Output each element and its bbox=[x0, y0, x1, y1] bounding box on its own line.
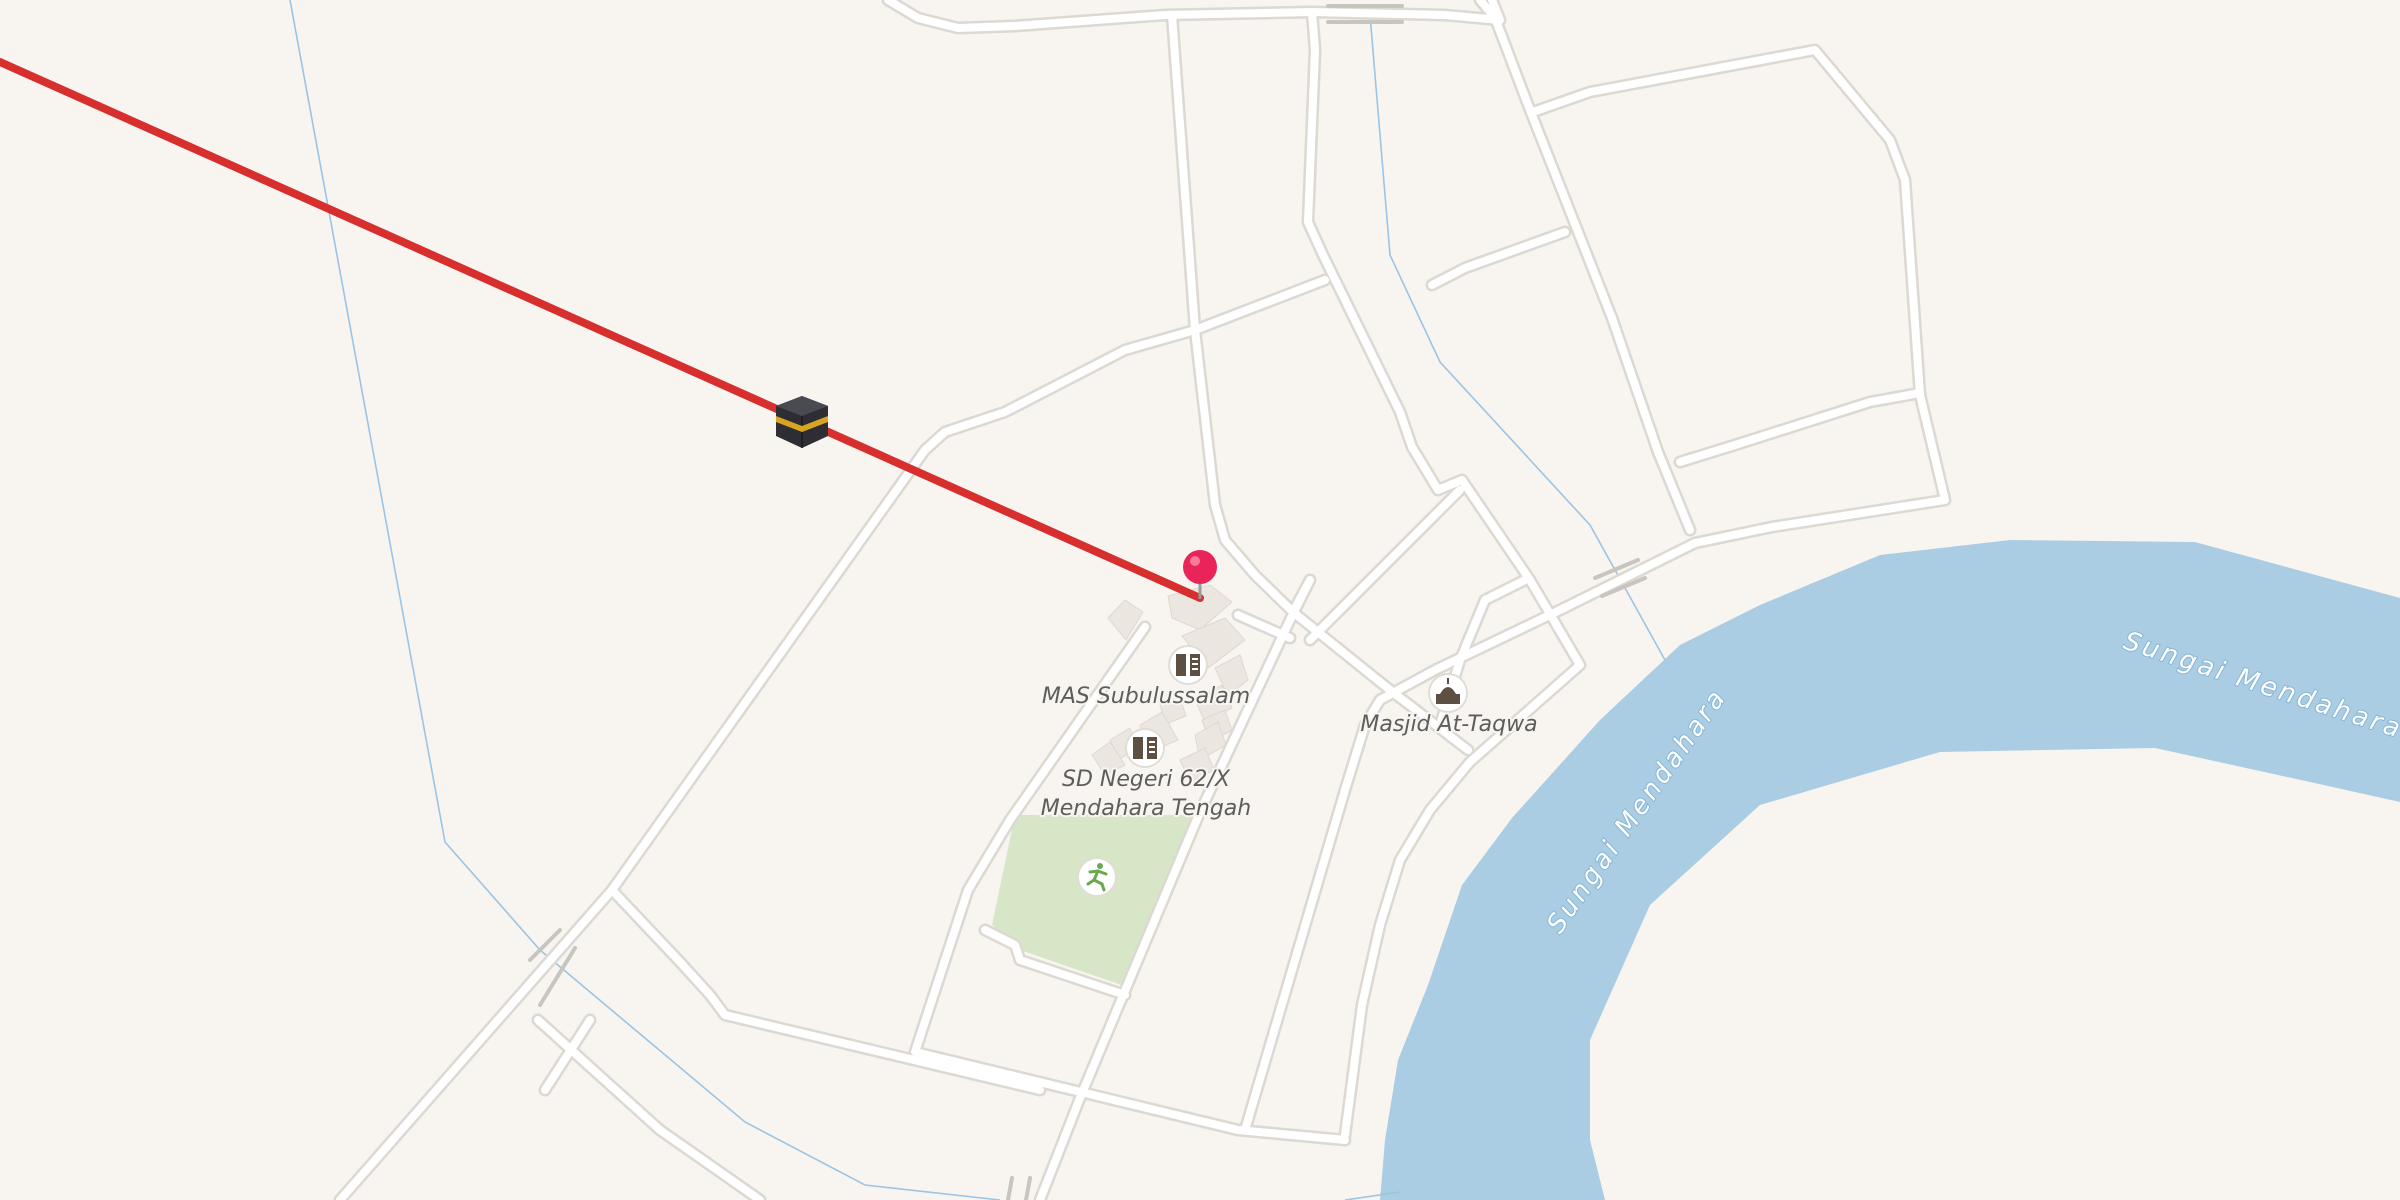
poi-label: MAS Subulussalam bbox=[1042, 684, 1250, 709]
poi-label-line1: SD Negeri 62/X bbox=[1062, 767, 1231, 792]
poi-label-line2: Mendahara Tengah bbox=[1041, 796, 1251, 821]
sports-field-icon bbox=[1077, 857, 1117, 897]
map-canvas[interactable]: Sungai Mendahara Sungai Mendahara MAS Su… bbox=[0, 0, 2400, 1200]
school-icon bbox=[1168, 645, 1208, 685]
school-icon bbox=[1125, 728, 1165, 768]
poi-sports-field[interactable] bbox=[1077, 857, 1117, 897]
poi-label: Masjid At-Taqwa bbox=[1360, 712, 1537, 737]
